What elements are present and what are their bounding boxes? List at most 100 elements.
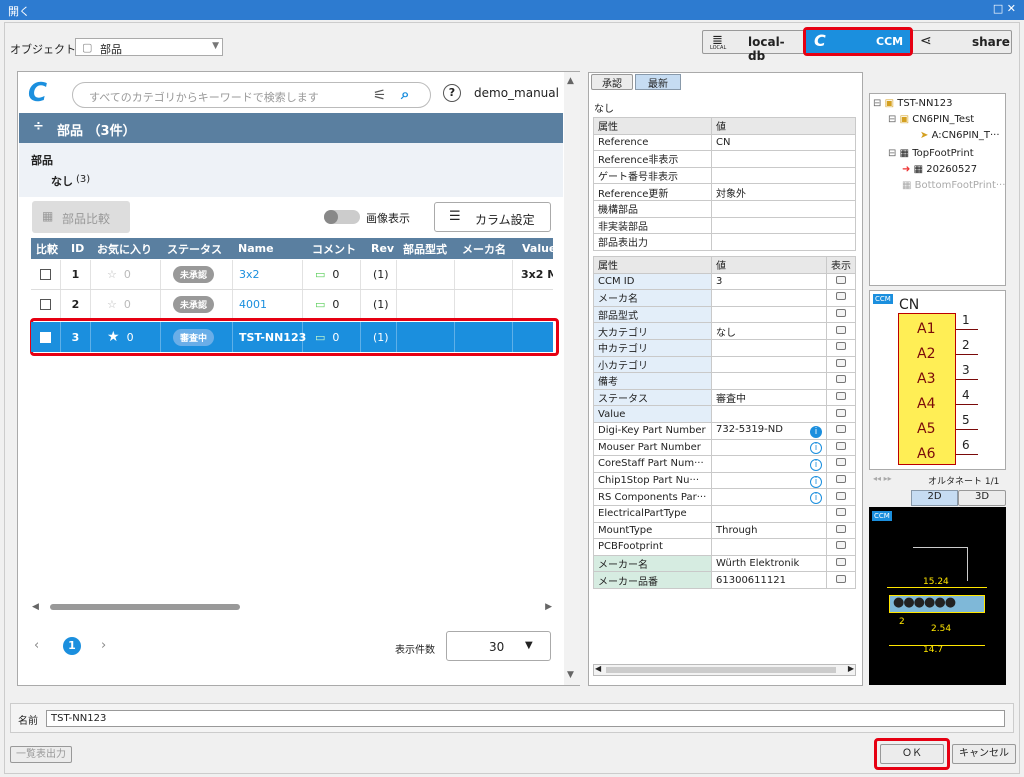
per-page-select[interactable]: 30 ▼ <box>446 631 551 661</box>
prev-page-icon[interactable]: ‹ <box>34 638 39 653</box>
tree-node-symbol[interactable]: ⊟ ▣ CN6PIN_Test <box>888 114 974 125</box>
compare-checkbox[interactable] <box>40 331 51 343</box>
header-name[interactable]: Name <box>238 238 278 259</box>
prop-value[interactable]: 61300611121 <box>711 571 827 589</box>
info-icon[interactable]: i <box>810 442 822 455</box>
compare-checkbox[interactable] <box>40 299 51 310</box>
tab-latest[interactable]: 最新 <box>635 74 681 90</box>
prop-value[interactable] <box>711 166 856 185</box>
prop-value[interactable]: 審査中 <box>711 388 827 407</box>
prop-value[interactable] <box>711 405 827 423</box>
part-name-link[interactable]: 4001 <box>233 290 303 319</box>
header-value[interactable]: Value <box>522 238 553 259</box>
prop-value[interactable] <box>711 538 827 556</box>
visible-checkbox[interactable] <box>836 309 846 318</box>
header-maker[interactable]: メーカ名 <box>462 238 516 259</box>
prop-value[interactable] <box>711 504 827 523</box>
prop-value[interactable]: 3 <box>711 272 827 291</box>
horizontal-scrollbar[interactable]: ◀ ▶ <box>32 602 552 612</box>
table-row[interactable]: 1 ☆ 0 未承認 3x2 ▭ 0 (1) 3x2 M <box>31 260 553 290</box>
visible-checkbox[interactable] <box>836 275 846 284</box>
visible-checkbox[interactable] <box>836 475 846 484</box>
next-page-icon[interactable]: › <box>101 638 106 653</box>
tab-approved[interactable]: 承認 <box>591 74 633 90</box>
tree-node-root[interactable]: ⊟ ▣ TST-NN123 <box>873 98 953 109</box>
prop-value[interactable]: 対象外 <box>711 183 856 201</box>
name-input[interactable]: TST-NN123 <box>46 710 1005 727</box>
table-row-selected[interactable]: 3 ★ 0 審査中 TST-NN123 ▭ 0 (1) <box>31 322 553 352</box>
scroll-down-icon[interactable]: ▼ <box>567 670 574 680</box>
info-icon[interactable]: i <box>810 425 822 438</box>
prop-value[interactable] <box>711 372 827 390</box>
scroll-left-icon[interactable]: ◀ <box>32 602 39 612</box>
info-icon[interactable]: i <box>810 492 822 505</box>
visible-checkbox[interactable] <box>836 557 846 566</box>
visible-checkbox[interactable] <box>836 491 846 500</box>
visible-checkbox[interactable] <box>836 441 846 450</box>
prop-value[interactable]: Through <box>711 521 827 540</box>
prop-value[interactable] <box>711 289 827 307</box>
column-settings-button[interactable]: ☰ カラム設定 <box>434 202 551 232</box>
tree-node-footprint-version[interactable]: ➜ ▦ 20260527 <box>902 164 977 175</box>
info-icon[interactable]: i <box>810 458 822 471</box>
vertical-scrollbar[interactable]: ▲ ▼ <box>564 72 580 685</box>
scroll-up-icon[interactable]: ▲ <box>567 76 574 86</box>
page-number[interactable]: 1 <box>63 637 81 655</box>
prop-value[interactable]: なし <box>711 322 827 340</box>
prop-value[interactable] <box>711 305 827 324</box>
cancel-button[interactable]: キャンセル <box>952 744 1016 764</box>
scrollbar-thumb[interactable] <box>606 667 836 673</box>
info-icon[interactable]: i <box>810 475 822 488</box>
header-id[interactable]: ID <box>71 238 85 259</box>
part-name-link[interactable]: 3x2 <box>233 260 303 289</box>
subcategory-item[interactable]: なし <box>51 173 73 189</box>
object-select[interactable]: ▢ 部品 ▼ <box>75 38 223 56</box>
star-filled-icon[interactable]: ★ <box>107 329 120 345</box>
tree-node-footprint[interactable]: ⊟ ▦ TopFootPrint <box>888 148 974 159</box>
visible-checkbox[interactable] <box>836 574 846 583</box>
visible-checkbox[interactable] <box>836 408 846 417</box>
export-list-button[interactable]: 一覧表出力 <box>10 746 72 763</box>
ccm-button[interactable]: C CCM <box>806 30 910 53</box>
window-controls[interactable]: □ ✕ <box>993 2 1016 15</box>
prop-value[interactable] <box>711 233 856 251</box>
image-toggle[interactable] <box>324 210 360 224</box>
local-db-button[interactable]: ≣ LOCAL local-db <box>706 31 801 63</box>
visible-checkbox[interactable] <box>836 541 846 550</box>
visible-checkbox[interactable] <box>836 524 846 533</box>
tab-3d[interactable]: 3D <box>958 490 1006 506</box>
scroll-right-icon[interactable]: ▶ <box>848 664 854 673</box>
share-button[interactable]: ⋖ share <box>914 31 1010 53</box>
star-outline-icon[interactable]: ☆ <box>107 268 117 281</box>
prop-value[interactable] <box>711 150 856 168</box>
search-input[interactable]: すべてのカテゴリからキーワードで検索します ⚟ ⌕ <box>72 82 431 108</box>
compare-checkbox[interactable] <box>40 269 51 280</box>
group-header[interactable]: ÷ 部品 （3件） <box>19 113 563 143</box>
visible-checkbox[interactable] <box>836 375 846 384</box>
visible-checkbox[interactable] <box>836 392 846 401</box>
visible-checkbox[interactable] <box>836 292 846 301</box>
search-icon[interactable]: ⌕ <box>401 85 409 103</box>
visible-checkbox[interactable] <box>836 358 846 367</box>
header-part-model[interactable]: 部品型式 <box>403 238 455 259</box>
header-comment[interactable]: コメント <box>312 238 362 259</box>
header-status[interactable]: ステータス <box>167 238 229 259</box>
tree-node-gate[interactable]: ➤ A:CN6PIN_T··· <box>920 130 1000 141</box>
header-favorite[interactable]: お気に入り <box>97 238 159 259</box>
tree-node-bottom-footprint[interactable]: ▦ BottomFootPrint··· <box>902 180 1005 191</box>
visible-checkbox[interactable] <box>836 458 846 467</box>
header-rev[interactable]: Rev <box>371 238 395 259</box>
filter-icon[interactable]: ⚟ <box>373 86 386 104</box>
prop-value[interactable]: Würth Elektronik <box>711 554 827 573</box>
tab-2d[interactable]: 2D <box>911 490 958 506</box>
scroll-left-icon[interactable]: ◀ <box>595 664 601 673</box>
compare-button[interactable]: ▦ 部品比較 <box>32 201 130 233</box>
star-outline-icon[interactable]: ☆ <box>107 298 117 311</box>
visible-checkbox[interactable] <box>836 425 846 434</box>
visible-checkbox[interactable] <box>836 508 846 517</box>
alternate-nav-icon[interactable]: ◂◂ ▸▸ <box>873 474 892 483</box>
properties-hscrollbar[interactable]: ◀ ▶ <box>593 664 856 676</box>
prop-value[interactable] <box>711 355 827 374</box>
prop-value[interactable] <box>711 199 856 218</box>
comment-icon[interactable]: ▭ <box>315 298 325 311</box>
